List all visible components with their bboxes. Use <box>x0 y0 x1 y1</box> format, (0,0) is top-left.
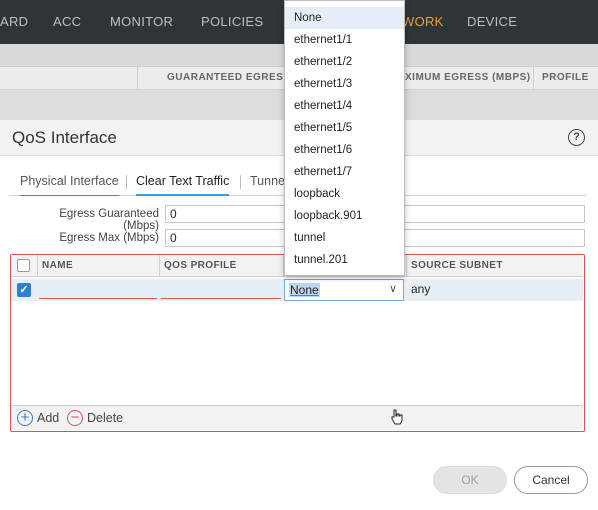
tab-divider <box>126 175 127 189</box>
tab-divider <box>240 175 241 189</box>
plus-circle-icon: + <box>17 410 33 426</box>
add-button[interactable]: + Add <box>17 410 63 427</box>
col-qos-profile[interactable]: QOS PROFILE <box>164 255 237 277</box>
table-row[interactable]: ✓ None ∨ any <box>11 279 583 301</box>
column-divider <box>406 255 407 277</box>
add-label: Add <box>37 411 60 425</box>
row-checkbox[interactable]: ✓ <box>17 283 31 297</box>
dialog-title: QoS Interface <box>12 128 117 147</box>
dropdown-option[interactable]: ethernet1/6 <box>285 139 404 161</box>
col-name[interactable]: NAME <box>42 255 73 277</box>
egress-max-label: Egress Max (Mbps) <box>59 232 159 244</box>
qos-profile-cell-input[interactable] <box>161 280 281 299</box>
delete-button[interactable]: − Delete <box>67 410 127 427</box>
dropdown-option[interactable]: tunnel.201 <box>285 249 404 271</box>
ok-button[interactable]: OK <box>433 466 507 494</box>
column-divider <box>137 67 138 89</box>
col-source-subnet[interactable]: SOURCE SUBNET <box>411 255 503 277</box>
col-guaranteed-egress: GUARANTEED EGRESS <box>167 72 291 83</box>
nav-device[interactable]: DEVICE <box>467 0 517 44</box>
source-interface-value: None <box>289 283 320 297</box>
dropdown-option[interactable]: ethernet1/1 <box>285 29 404 51</box>
cancel-button[interactable]: Cancel <box>514 466 588 494</box>
clear-text-rules-grid: NAME QOS PROFILE SOURCE SUBNET ✓ None ∨ … <box>10 254 585 432</box>
select-all-checkbox[interactable] <box>17 259 30 272</box>
dropdown-option[interactable]: ethernet1/2 <box>285 51 404 73</box>
dropdown-option[interactable]: ethernet1/7 <box>285 161 404 183</box>
col-profile: PROFILE <box>542 72 589 83</box>
tab-tunnel[interactable]: Tunnel <box>250 172 288 196</box>
help-icon[interactable]: ? <box>568 129 585 146</box>
dropdown-option[interactable]: ethernet1/3 <box>285 73 404 95</box>
col-maximum-egress: XIMUM EGRESS (MBPS) <box>405 72 531 83</box>
nav-dashboard[interactable]: ARD <box>0 0 28 44</box>
source-interface-dropdown: None ethernet1/1 ethernet1/2 ethernet1/3… <box>284 0 405 276</box>
dropdown-option[interactable]: loopback <box>285 183 404 205</box>
app-root: ARD ACC MONITOR POLICIES WORK DEVICE GUA… <box>0 0 598 510</box>
chevron-down-icon[interactable]: ∨ <box>389 282 397 295</box>
dropdown-option[interactable]: loopback.901 <box>285 205 404 227</box>
nav-monitor[interactable]: MONITOR <box>110 0 173 44</box>
dropdown-option[interactable]: ethernet1/5 <box>285 117 404 139</box>
hand-cursor-icon <box>391 409 403 425</box>
dropdown-option[interactable]: None <box>285 7 404 29</box>
nav-acc[interactable]: ACC <box>53 0 81 44</box>
grid-footer: + Add − Delete <box>11 405 583 430</box>
tab-clear-text-traffic[interactable]: Clear Text Traffic <box>136 172 230 196</box>
column-divider <box>159 255 160 277</box>
minus-circle-icon: − <box>67 410 83 426</box>
source-subnet-cell[interactable]: any <box>411 282 430 296</box>
nav-network[interactable]: WORK <box>402 0 444 44</box>
dropdown-option[interactable]: tunnel <box>285 227 404 249</box>
egress-guaranteed-label: Egress Guaranteed (Mbps) <box>59 208 159 232</box>
name-cell-input[interactable] <box>39 280 157 299</box>
column-divider <box>533 67 534 89</box>
tab-physical-interface[interactable]: Physical Interface <box>20 172 119 196</box>
column-divider <box>37 255 38 277</box>
source-interface-select[interactable]: None ∨ <box>284 279 404 301</box>
dropdown-option[interactable]: ethernet1/4 <box>285 95 404 117</box>
delete-label: Delete <box>87 411 124 425</box>
nav-policies[interactable]: POLICIES <box>201 0 263 44</box>
